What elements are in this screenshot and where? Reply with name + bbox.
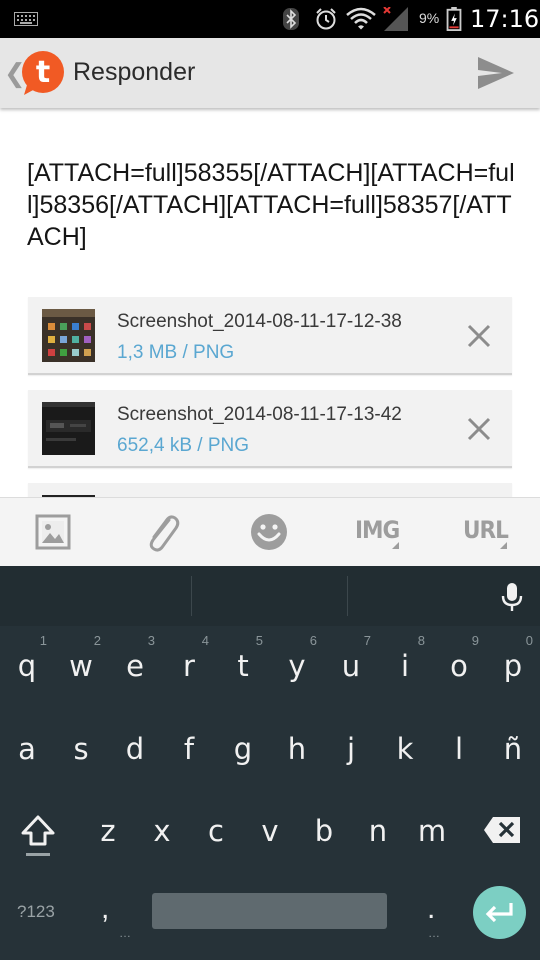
attachment-size: 652,4 kB / PNG — [117, 435, 250, 456]
battery-percent: 9% — [419, 10, 440, 26]
key-f[interactable]: f — [162, 712, 216, 792]
suggestion-divider — [191, 576, 192, 616]
key-a[interactable]: a — [0, 712, 54, 792]
key-j[interactable]: j — [324, 712, 378, 792]
tapatalk-logo[interactable]: t — [19, 49, 67, 97]
suggestion-divider — [347, 576, 348, 616]
bluetooth-icon — [283, 8, 299, 30]
key-h[interactable]: h — [270, 712, 324, 792]
key-l[interactable]: l — [432, 712, 486, 792]
key-d[interactable]: d — [108, 712, 162, 792]
key-e[interactable]: 3e — [108, 629, 162, 709]
key-c[interactable]: c — [189, 794, 243, 874]
key-x[interactable]: x — [135, 794, 189, 874]
clock-time: 17:16 — [470, 5, 540, 33]
key-u[interactable]: 7u — [324, 629, 378, 709]
img-tag-button[interactable]: IMG — [355, 516, 400, 544]
key-k[interactable]: k — [378, 712, 432, 792]
url-tag-corner — [500, 542, 507, 549]
attachment-item[interactable]: Screenshot_2014-08-11-17-12-38 1,3 MB / … — [28, 297, 512, 375]
image-icon[interactable] — [35, 512, 71, 552]
close-icon[interactable] — [466, 323, 492, 349]
img-tag-corner — [392, 542, 399, 549]
send-icon[interactable] — [476, 55, 516, 91]
period-key[interactable]: . — [427, 892, 435, 926]
key-m[interactable]: m — [405, 794, 459, 874]
svg-text:t: t — [36, 55, 50, 90]
format-toolbar: IMG URL — [0, 497, 540, 566]
key-w[interactable]: 2w — [54, 629, 108, 709]
attachment-item[interactable]: Screenshot_2014-08-11-17-13-42 652,4 kB … — [28, 390, 512, 468]
wifi-icon — [346, 7, 376, 30]
attachment-filename: Screenshot_2014-08-11-17-12-38 — [117, 311, 402, 332]
key-y[interactable]: 6y — [270, 629, 324, 709]
enter-arrow-icon — [485, 903, 513, 923]
key-v[interactable]: v — [243, 794, 297, 874]
suggestion-strip — [0, 566, 540, 626]
symbols-key[interactable]: ?123 — [17, 902, 55, 922]
key-o[interactable]: 9o — [432, 629, 486, 709]
period-more-hint: … — [428, 926, 440, 940]
key-g[interactable]: g — [216, 712, 270, 792]
key-s[interactable]: s — [54, 712, 108, 792]
app-bar: ❮ t Responder — [0, 38, 540, 108]
soft-keyboard: 1q 2w 3e 4r 5t 6y 7u 8i 9o 0p a s d f g … — [0, 566, 540, 960]
comma-more-hint: … — [119, 926, 131, 940]
key-i[interactable]: 8i — [378, 629, 432, 709]
key-p[interactable]: 0p — [486, 629, 540, 709]
attachment-thumbnail — [42, 309, 95, 362]
attachment-size: 1,3 MB / PNG — [117, 342, 235, 363]
keyboard-icon — [14, 12, 38, 26]
key-q[interactable]: 1q — [0, 629, 54, 709]
key-r[interactable]: 4r — [162, 629, 216, 709]
attachment-filename: Screenshot_2014-08-11-17-13-42 — [117, 404, 402, 425]
battery-icon — [446, 7, 462, 31]
key-z[interactable]: z — [81, 794, 135, 874]
close-icon[interactable] — [466, 416, 492, 442]
comma-key[interactable]: , — [101, 892, 109, 926]
spacebar[interactable] — [152, 893, 387, 929]
attachment-thumbnail — [42, 402, 95, 455]
backspace-icon[interactable] — [483, 816, 521, 844]
enter-button[interactable] — [473, 886, 526, 939]
shift-icon[interactable] — [20, 814, 56, 858]
key-t[interactable]: 5t — [216, 629, 270, 709]
smiley-icon[interactable] — [249, 512, 289, 552]
key-n[interactable]: n — [351, 794, 405, 874]
page-title: Responder — [73, 58, 196, 86]
key-b[interactable]: b — [297, 794, 351, 874]
alarm-icon — [316, 8, 336, 30]
status-bar: 9% 17:16 — [0, 0, 540, 38]
microphone-icon[interactable] — [500, 582, 524, 612]
url-tag-button[interactable]: URL — [463, 516, 509, 544]
signal-icon — [383, 7, 408, 31]
message-body-field[interactable]: [ATTACH=full]58355[/ATTACH][ATTACH=full]… — [27, 157, 517, 253]
key-n-tilde[interactable]: ñ — [486, 712, 540, 792]
paperclip-icon[interactable] — [143, 512, 181, 552]
